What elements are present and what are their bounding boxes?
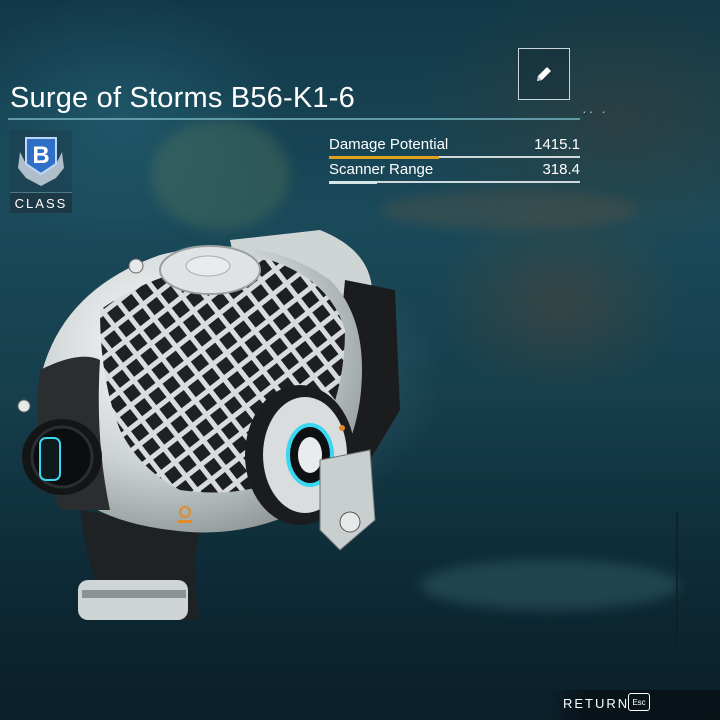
stat-value: 1415.1 [534,136,580,153]
class-letter: B [32,142,49,169]
helmet-model [17,230,400,620]
stat-bar [329,180,580,184]
esc-key-icon[interactable]: Esc [628,693,650,711]
background-glow [420,560,680,610]
stat-bar [329,155,580,159]
shield-icon: B [10,130,72,192]
stat-value: 318.4 [542,161,580,178]
page-title: Surge of Storms B56-K1-6 [10,82,355,114]
stat-scanner-range: Scanner Range 318.4 [329,161,580,185]
stat-damage-potential: Damage Potential 1415.1 [329,136,580,160]
stat-label: Damage Potential [329,136,449,153]
stat-label: Scanner Range [329,161,434,178]
edit-name-button[interactable] [518,48,570,100]
scrollbar-track[interactable] [676,512,678,688]
title-line-dots: ·· · [582,103,608,119]
title-underline [8,118,580,120]
stat-bar-fill [329,180,377,184]
stat-bar-fill [329,155,440,159]
pencil-icon [537,67,551,81]
return-button[interactable]: RETURN [563,696,629,711]
